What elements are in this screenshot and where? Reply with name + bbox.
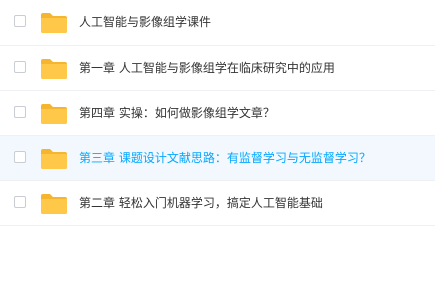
row-checkbox[interactable] xyxy=(14,106,26,118)
folder-icon xyxy=(41,194,67,214)
file-list: 人工智能与影像组学课件 第一章 人工智能与影像组学在临床研究中的应用 第四章 实… xyxy=(0,0,435,226)
file-row-1[interactable]: 第一章 人工智能与影像组学在临床研究中的应用 xyxy=(0,46,435,91)
folder-icon xyxy=(41,149,67,169)
file-name[interactable]: 人工智能与影像组学课件 xyxy=(79,14,211,30)
folder-icon xyxy=(41,59,67,79)
file-row-3[interactable]: 第三章 课题设计文献思路：有监督学习与无监督学习？ xyxy=(0,136,435,181)
file-name[interactable]: 第三章 课题设计文献思路：有监督学习与无监督学习？ xyxy=(79,150,371,166)
file-name[interactable]: 第一章 人工智能与影像组学在临床研究中的应用 xyxy=(79,60,335,76)
file-name[interactable]: 第四章 实操：如何做影像组学文章？ xyxy=(79,105,275,121)
file-name[interactable]: 第二章 轻松入门机器学习，搞定人工智能基础 xyxy=(79,195,323,211)
folder-icon xyxy=(41,13,67,33)
folder-icon xyxy=(41,104,67,124)
file-row-0[interactable]: 人工智能与影像组学课件 xyxy=(0,0,435,46)
file-row-2[interactable]: 第四章 实操：如何做影像组学文章？ xyxy=(0,91,435,136)
row-checkbox[interactable] xyxy=(14,196,26,208)
row-checkbox[interactable] xyxy=(14,61,26,73)
row-checkbox[interactable] xyxy=(14,15,26,27)
file-row-4[interactable]: 第二章 轻松入门机器学习，搞定人工智能基础 xyxy=(0,181,435,226)
row-checkbox[interactable] xyxy=(14,151,26,163)
